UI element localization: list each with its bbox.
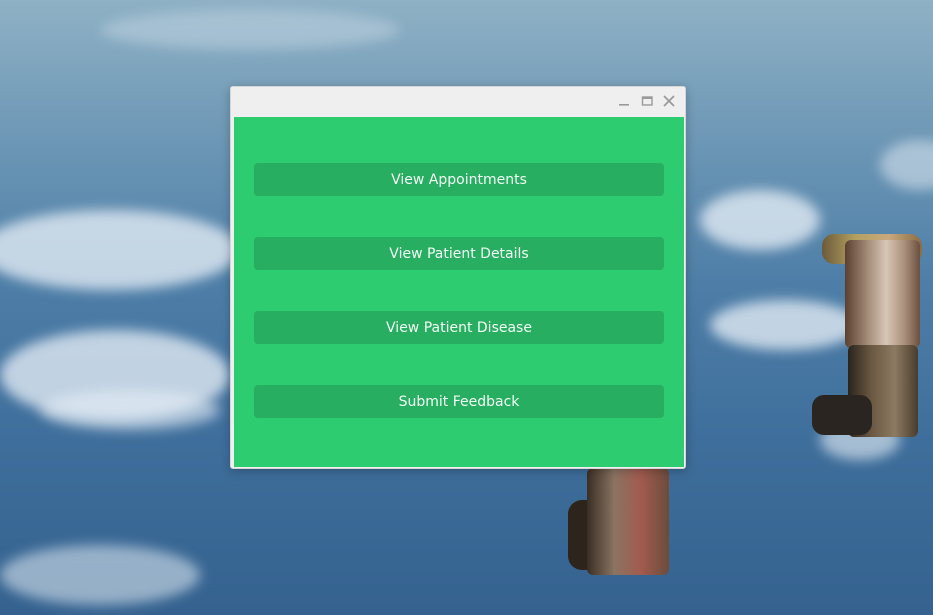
minimize-icon[interactable] bbox=[616, 93, 632, 109]
wallpaper-cloud bbox=[710, 300, 860, 350]
wallpaper-cloud bbox=[880, 140, 933, 190]
wallpaper-post bbox=[845, 240, 920, 348]
wallpaper-cloud bbox=[100, 10, 400, 50]
menu-panel: View Appointments View Patient Details V… bbox=[234, 117, 684, 467]
wallpaper-cloud bbox=[700, 190, 820, 250]
wallpaper-cloud bbox=[40, 390, 220, 430]
view-patient-details-button[interactable]: View Patient Details bbox=[254, 237, 664, 270]
wallpaper-post bbox=[587, 468, 669, 575]
view-patient-disease-button[interactable]: View Patient Disease bbox=[254, 311, 664, 344]
wallpaper-post-reflection bbox=[812, 395, 872, 435]
wallpaper-cloud bbox=[0, 545, 200, 605]
window-titlebar[interactable] bbox=[231, 87, 685, 116]
submit-feedback-button[interactable]: Submit Feedback bbox=[254, 385, 664, 418]
close-icon[interactable] bbox=[661, 93, 677, 109]
maximize-icon[interactable] bbox=[639, 93, 655, 109]
wallpaper-cloud bbox=[0, 210, 240, 290]
app-window: View Appointments View Patient Details V… bbox=[230, 86, 686, 469]
view-appointments-button[interactable]: View Appointments bbox=[254, 163, 664, 196]
